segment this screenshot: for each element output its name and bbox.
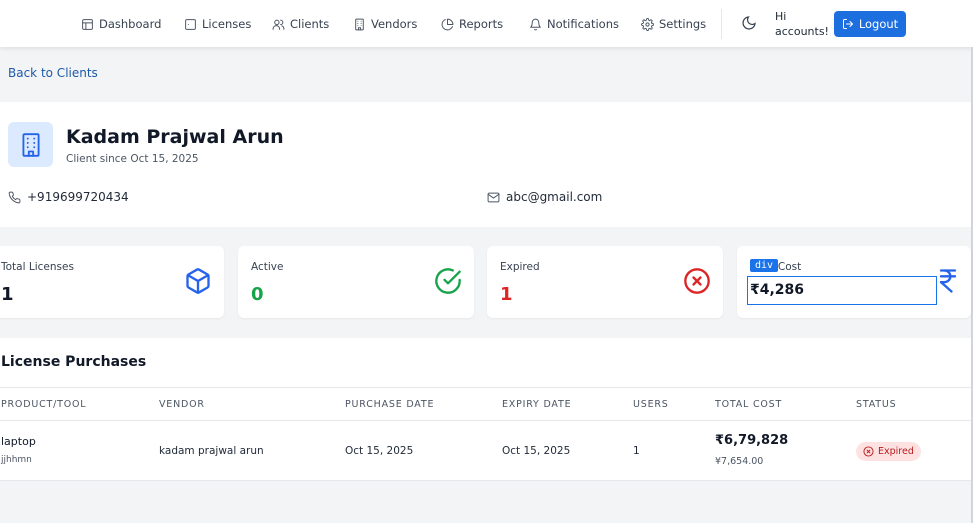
client-phone-value: +919699720434: [27, 190, 129, 204]
nav-dashboard[interactable]: Dashboard: [81, 16, 161, 32]
nav-settings[interactable]: Settings: [641, 16, 706, 32]
stat-active-value: 0: [251, 284, 264, 305]
nav-licenses-label: Licenses: [202, 17, 252, 31]
client-avatar: [8, 122, 53, 167]
back-to-clients-link[interactable]: Back to Clients: [8, 66, 98, 80]
client-since: Client since Oct 15, 2025: [66, 153, 199, 165]
table-header: PRODUCT/TOOL VENDOR PURCHASE DATE EXPIRY…: [0, 387, 971, 421]
row-product: laptop: [1, 435, 36, 448]
nav-dashboard-label: Dashboard: [99, 17, 162, 31]
stat-total-value: 1: [1, 284, 14, 305]
stat-card-total-licenses: Total Licenses 1: [0, 246, 224, 318]
square-icon: [185, 18, 196, 30]
nav-notifications[interactable]: Notifications: [529, 16, 619, 32]
logout-button[interactable]: Logout: [834, 11, 906, 37]
table-row[interactable]: laptop jjhhmn kadam prajwal arun Oct 15,…: [0, 421, 971, 481]
x-circle-icon: [683, 267, 711, 295]
stat-cost-value: ₹4,286: [750, 282, 805, 298]
col-total-cost[interactable]: TOTAL COST: [715, 399, 782, 410]
theme-toggle-button[interactable]: [741, 15, 759, 33]
building-icon: [355, 18, 364, 30]
row-product-sub: jjhhmn: [1, 455, 32, 465]
col-vendor[interactable]: VENDOR: [159, 399, 205, 410]
check-circle-icon: [434, 267, 462, 295]
stat-expired-value: 1: [500, 284, 513, 305]
col-expiry-date[interactable]: EXPIRY DATE: [502, 399, 571, 410]
row-total-cost: ₹6,79,828: [715, 433, 789, 448]
client-email: abc@gmail.com: [487, 190, 602, 204]
rupee-icon: [934, 267, 962, 295]
row-purchase-date: Oct 15, 2025: [345, 445, 414, 457]
inspector-highlight: ₹4,286: [747, 276, 937, 305]
nav-settings-label: Settings: [659, 17, 707, 31]
row-total-cost-sub: ¥7,654.00: [715, 456, 764, 467]
nav-vendors-label: Vendors: [371, 17, 418, 31]
pie-chart-icon: [441, 18, 454, 30]
users-icon: [272, 19, 285, 30]
col-status[interactable]: STATUS: [856, 399, 896, 410]
top-navbar: Dashboard Licenses Clients Vendors Repor…: [0, 0, 973, 47]
status-badge: Expired: [856, 442, 921, 461]
building-icon: [21, 132, 40, 157]
nav-licenses[interactable]: Licenses: [184, 16, 251, 32]
inspector-tag: div: [750, 259, 779, 272]
moon-icon: [742, 16, 756, 30]
col-product[interactable]: PRODUCT/TOOL: [1, 399, 86, 410]
license-purchases-section: License Purchases PRODUCT/TOOL VENDOR PU…: [0, 338, 971, 481]
row-expiry-date: Oct 15, 2025: [502, 445, 571, 457]
nav-notifications-label: Notifications: [547, 17, 619, 31]
logout-icon: [842, 19, 853, 29]
col-purchase-date[interactable]: PURCHASE DATE: [345, 399, 434, 410]
row-vendor: kadam prajwal arun: [159, 445, 264, 457]
client-info-card: Kadam Prajwal Arun Client since Oct 15, …: [0, 102, 971, 227]
stat-card-expired: Expired 1: [487, 246, 723, 318]
col-users[interactable]: USERS: [633, 399, 669, 410]
nav-reports-label: Reports: [459, 17, 504, 31]
layout-icon: [82, 18, 93, 30]
nav-divider: [721, 9, 722, 39]
stat-card-active: Active 0: [238, 246, 474, 318]
package-icon: [184, 267, 212, 295]
gear-icon: [641, 17, 654, 31]
client-name: Kadam Prajwal Arun: [66, 126, 284, 148]
client-phone: +919699720434: [8, 190, 129, 204]
nav-clients-label: Clients: [290, 17, 330, 31]
logout-label: Logout: [858, 17, 899, 31]
nav-clients[interactable]: Clients: [272, 16, 329, 32]
mail-icon: [487, 192, 500, 202]
status-label: Expired: [878, 446, 914, 457]
client-email-value: abc@gmail.com: [506, 190, 603, 204]
stat-active-label: Active: [251, 261, 284, 273]
nav-vendors[interactable]: Vendors: [353, 16, 417, 32]
row-users: 1: [633, 445, 640, 457]
x-circle-icon: [863, 446, 874, 457]
phone-icon: [8, 191, 21, 203]
section-title: License Purchases: [1, 354, 147, 370]
bell-icon: [530, 18, 541, 30]
nav-reports[interactable]: Reports: [441, 16, 503, 32]
user-greeting: Hi accounts!: [775, 10, 829, 38]
stat-total-label: Total Licenses: [1, 261, 74, 273]
stat-expired-label: Expired: [500, 261, 540, 273]
